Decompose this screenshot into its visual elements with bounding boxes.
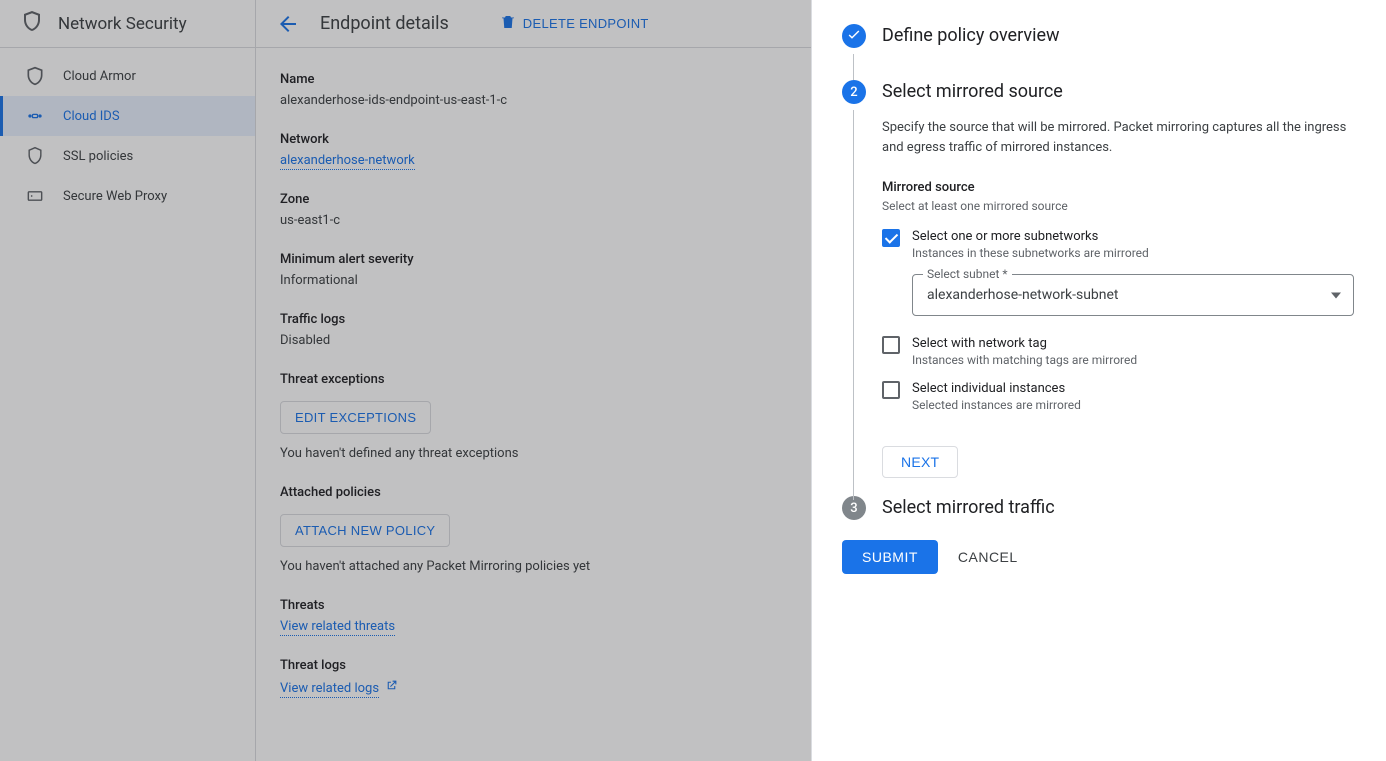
sidebar-item-label: Cloud IDS <box>63 109 120 124</box>
sidebar-item-ssl-policies[interactable]: SSL policies <box>0 136 255 176</box>
step-1-title: Define policy overview <box>882 24 1060 48</box>
submit-button[interactable]: SUBMIT <box>842 540 938 574</box>
checkbox-subnetworks[interactable] <box>882 229 900 247</box>
back-button[interactable] <box>276 12 300 36</box>
checkbox-subnetworks-hint: Instances in these subnetworks are mirro… <box>912 246 1149 260</box>
shield-icon <box>20 9 44 38</box>
delete-endpoint-label: DELETE ENDPOINT <box>523 16 649 31</box>
trash-icon <box>499 13 517 34</box>
sidebar-item-cloud-ids[interactable]: Cloud IDS <box>0 96 255 136</box>
sidebar-item-label: Cloud Armor <box>63 69 136 84</box>
page-title: Endpoint details <box>320 13 449 34</box>
sidebar-item-secure-web-proxy[interactable]: Secure Web Proxy <box>0 176 255 216</box>
select-subnet-dropdown[interactable]: Select subnet * alexanderhose-network-su… <box>912 274 1354 316</box>
sidebar-item-cloud-armor[interactable]: Cloud Armor <box>0 56 255 96</box>
delete-endpoint-button[interactable]: DELETE ENDPOINT <box>499 13 649 34</box>
product-header: Network Security <box>0 0 255 48</box>
check-icon <box>846 26 862 46</box>
checkbox-network-tag-hint: Instances with matching tags are mirrore… <box>912 353 1137 367</box>
caret-down-icon <box>1331 288 1341 303</box>
view-logs-link[interactable]: View related logs <box>280 681 379 698</box>
product-title: Network Security <box>58 14 187 34</box>
ids-icon <box>25 106 45 126</box>
step-2-description: Specify the source that will be mirrored… <box>882 118 1354 158</box>
shield-icon <box>25 66 45 86</box>
external-link-icon <box>385 679 398 696</box>
checkbox-instances-hint: Selected instances are mirrored <box>912 398 1081 412</box>
edit-exceptions-button[interactable]: EDIT EXCEPTIONS <box>280 401 431 434</box>
checkbox-individual-instances[interactable] <box>882 381 900 399</box>
sidebar-item-label: SSL policies <box>63 149 133 164</box>
shield-outline-icon <box>25 146 45 166</box>
sidebar-item-label: Secure Web Proxy <box>63 189 167 204</box>
step-3-badge: 3 <box>842 496 866 520</box>
cancel-button[interactable]: CANCEL <box>958 549 1018 565</box>
checkbox-subnetworks-label: Select one or more subnetworks <box>912 229 1149 244</box>
select-subnet-label: Select subnet * <box>923 267 1012 281</box>
step-2-title: Select mirrored source <box>882 80 1063 104</box>
step-1-badge <box>842 24 866 48</box>
step-3-title: Select mirrored traffic <box>882 496 1055 520</box>
mirrored-source-heading: Mirrored source <box>882 180 1354 195</box>
network-link[interactable]: alexanderhose-network <box>280 153 415 170</box>
mirrored-source-hint: Select at least one mirrored source <box>882 199 1354 213</box>
checkbox-network-tag[interactable] <box>882 336 900 354</box>
step-2-badge: 2 <box>842 80 866 104</box>
attach-policy-button[interactable]: ATTACH NEW POLICY <box>280 514 450 547</box>
view-threats-link[interactable]: View related threats <box>280 619 395 636</box>
proxy-icon <box>25 186 45 206</box>
checkbox-network-tag-label: Select with network tag <box>912 336 1137 351</box>
select-subnet-value: alexanderhose-network-subnet <box>913 275 1353 315</box>
policy-wizard-panel: Define policy overview 2 Select mirrored… <box>811 0 1386 761</box>
checkbox-instances-label: Select individual instances <box>912 381 1081 396</box>
sidebar: Network Security Cloud Armor Cloud IDS S… <box>0 0 256 761</box>
next-button[interactable]: NEXT <box>882 446 958 478</box>
